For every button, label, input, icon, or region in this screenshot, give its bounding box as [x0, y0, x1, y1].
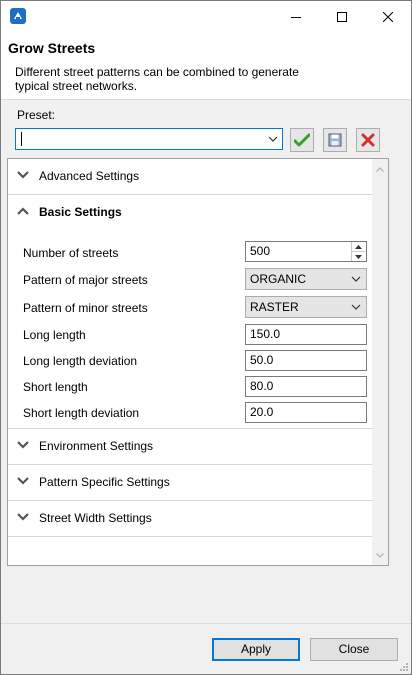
section-label: Street Width Settings [39, 511, 152, 525]
chevron-up-icon [17, 207, 29, 215]
resize-grip-icon[interactable] [399, 662, 409, 672]
number-of-streets-value: 500 [250, 244, 271, 258]
preset-combobox[interactable] [15, 128, 283, 150]
title-bar[interactable] [1, 1, 411, 32]
footer-divider [1, 623, 411, 624]
number-of-streets-spinner[interactable]: 500 [245, 241, 367, 262]
pattern-major-select[interactable]: ORGANIC [245, 268, 367, 290]
scroll-down-icon[interactable] [376, 553, 384, 558]
section-label: Pattern Specific Settings [39, 475, 170, 489]
long-length-deviation-label: Long length deviation [23, 354, 138, 368]
spin-up-button[interactable] [352, 242, 365, 252]
dialog-description: Different street patterns can be combine… [15, 65, 299, 93]
minimize-icon [291, 16, 301, 18]
preset-label: Preset: [17, 108, 56, 122]
close-icon [383, 11, 393, 22]
minimize-button[interactable] [273, 1, 319, 32]
floppy-disk-icon [328, 133, 342, 147]
maximize-button[interactable] [319, 1, 365, 32]
section-environment-settings[interactable]: Environment Settings [8, 429, 372, 465]
triangle-down-icon [355, 254, 362, 259]
section-advanced-settings[interactable]: Advanced Settings [8, 159, 372, 195]
close-button[interactable]: Close [310, 638, 398, 661]
section-label: Basic Settings [39, 205, 122, 219]
chevron-down-icon [17, 441, 29, 449]
chevron-down-icon [351, 304, 361, 310]
text-caret [21, 132, 22, 146]
chevron-down-icon[interactable] [268, 134, 278, 144]
long-length-input[interactable]: 150.0 [245, 324, 367, 345]
checkmark-icon [294, 133, 310, 147]
section-pattern-specific-settings[interactable]: Pattern Specific Settings [8, 465, 372, 501]
apply-button[interactable]: Apply [212, 638, 300, 661]
pattern-major-value: ORGANIC [250, 272, 307, 286]
long-length-deviation-value: 50.0 [250, 353, 274, 367]
short-length-deviation-label: Short length deviation [23, 406, 140, 420]
chevron-down-icon [17, 171, 29, 179]
maximize-icon [337, 11, 347, 22]
close-window-button[interactable] [365, 1, 411, 32]
short-length-deviation-value: 20.0 [250, 405, 274, 419]
apply-preset-button[interactable] [290, 128, 314, 152]
long-length-value: 150.0 [250, 327, 281, 341]
delete-preset-button[interactable] [356, 128, 380, 152]
scroll-up-icon[interactable] [376, 167, 384, 172]
dialog-header: Grow Streets Different street patterns c… [1, 32, 411, 100]
long-length-deviation-input[interactable]: 50.0 [245, 350, 367, 371]
app-icon [10, 8, 26, 24]
pattern-minor-value: RASTER [250, 300, 299, 314]
pattern-minor-label: Pattern of minor streets [23, 301, 148, 315]
short-length-input[interactable]: 80.0 [245, 376, 367, 397]
section-label: Environment Settings [39, 439, 154, 453]
chevron-down-icon [17, 477, 29, 485]
long-length-label: Long length [23, 328, 86, 342]
triangle-up-icon [355, 244, 362, 249]
dialog-title: Grow Streets [8, 40, 96, 56]
pattern-minor-select[interactable]: RASTER [245, 296, 367, 318]
spinner-buttons [351, 242, 366, 261]
settings-panel: Advanced Settings Basic Settings Number … [7, 158, 389, 566]
spin-down-button[interactable] [352, 252, 365, 261]
section-label: Advanced Settings [39, 169, 140, 183]
section-street-width-settings[interactable]: Street Width Settings [8, 501, 372, 537]
short-length-deviation-input[interactable]: 20.0 [245, 402, 367, 423]
dialog-window: Grow Streets Different street patterns c… [0, 0, 412, 675]
chevron-down-icon [351, 276, 361, 282]
chevron-down-icon [17, 513, 29, 521]
number-of-streets-label: Number of streets [23, 246, 119, 260]
pattern-major-label: Pattern of major streets [23, 273, 148, 287]
short-length-label: Short length [23, 380, 88, 394]
basic-settings-header[interactable]: Basic Settings [8, 195, 372, 227]
short-length-value: 80.0 [250, 379, 274, 393]
save-preset-button[interactable] [323, 128, 347, 152]
red-x-icon [361, 133, 375, 147]
vertical-scrollbar[interactable] [372, 159, 388, 565]
section-basic-settings: Basic Settings Number of streets 500 Pat… [8, 195, 372, 429]
